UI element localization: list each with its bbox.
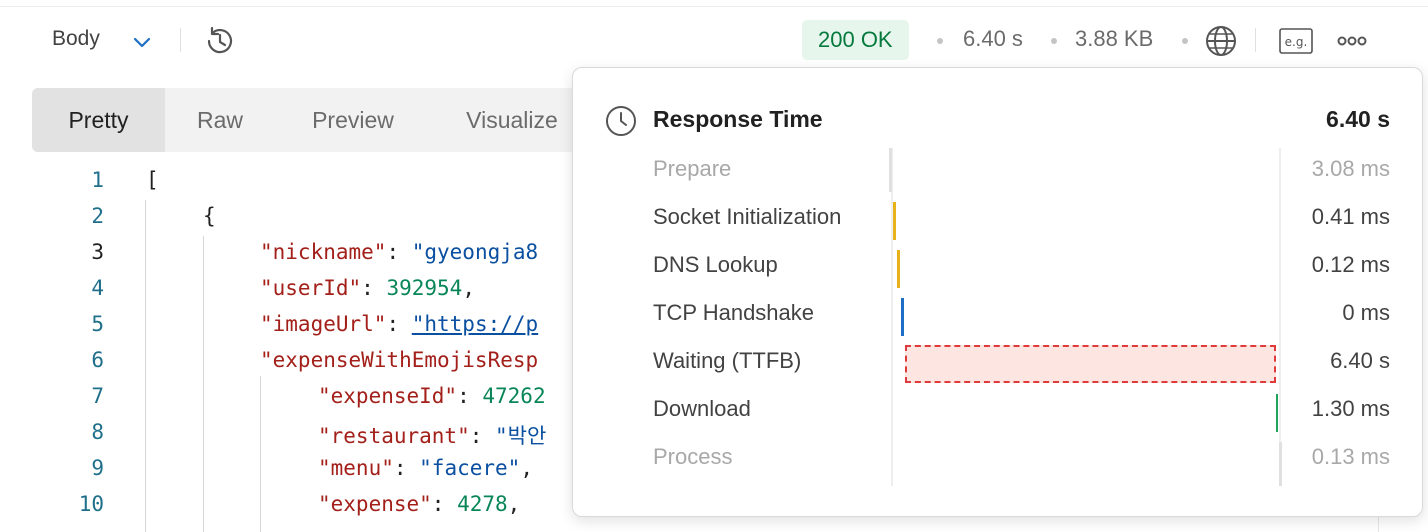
image-url-link[interactable]: "https://p bbox=[412, 312, 538, 336]
timing-row-value: 0.12 ms bbox=[1311, 252, 1390, 277]
timing-row-value: 0.13 ms bbox=[1311, 444, 1390, 469]
line-number: 4 bbox=[91, 276, 104, 300]
timing-bar bbox=[901, 298, 904, 336]
timing-row-value: 1.30 ms bbox=[1311, 396, 1390, 421]
timing-row-label: Waiting (TTFB) bbox=[653, 348, 802, 373]
timing-row-value: 0.41 ms bbox=[1311, 204, 1390, 229]
code-line: [ bbox=[146, 168, 159, 192]
timeline-end-line bbox=[1279, 148, 1281, 486]
code-line: "menu": "facere", bbox=[318, 456, 533, 480]
timing-row-value: 0 ms bbox=[1342, 300, 1390, 325]
popover-title: Response Time bbox=[653, 106, 823, 132]
toolbar-divider bbox=[1255, 28, 1256, 52]
response-time-popover: Response Time 6.40 s Prepare 3.08 ms Socke… bbox=[572, 67, 1423, 517]
code-line: "expense": 4278, bbox=[318, 492, 521, 516]
svg-text:e.g.: e.g. bbox=[1285, 35, 1308, 49]
view-tabs: Pretty Raw Preview Visualize bbox=[32, 88, 612, 152]
line-number: 1 bbox=[91, 168, 104, 192]
code-line: "restaurant": "박안 bbox=[318, 424, 547, 448]
code-line: "imageUrl": "https://p bbox=[260, 312, 539, 336]
separator-dot bbox=[937, 38, 943, 44]
toolbar-divider bbox=[180, 28, 181, 52]
code-line: { bbox=[203, 204, 216, 228]
line-number: 2 bbox=[91, 204, 104, 228]
timing-bar bbox=[1276, 394, 1278, 432]
code-line: "expenseId": 47262 bbox=[318, 384, 546, 408]
timeline-start-line bbox=[891, 148, 893, 486]
line-number: 10 bbox=[78, 492, 104, 516]
line-number: 5 bbox=[91, 312, 104, 336]
code-line: "nickname": "gyeongja8 bbox=[260, 240, 539, 264]
tab-preview[interactable]: Preview bbox=[275, 88, 431, 152]
timing-bar bbox=[897, 250, 900, 288]
clock-icon bbox=[604, 104, 638, 138]
tab-raw[interactable]: Raw bbox=[165, 88, 275, 152]
timing-bar bbox=[905, 345, 1276, 383]
timing-bar bbox=[889, 148, 892, 192]
timing-row-label: Prepare bbox=[653, 156, 732, 181]
timing-row-label: DNS Lookup bbox=[653, 252, 778, 277]
timing-row-value: 6.40 s bbox=[1330, 348, 1390, 373]
code-line: "userId": 392954, bbox=[260, 276, 475, 300]
timing-row-label: TCP Handshake bbox=[653, 300, 815, 325]
separator-dot bbox=[1182, 38, 1188, 44]
line-number: 9 bbox=[91, 456, 104, 480]
response-size[interactable]: 3.88 KB bbox=[1075, 26, 1153, 52]
timing-row-value: 3.08 ms bbox=[1311, 156, 1390, 181]
globe-icon[interactable] bbox=[1204, 24, 1238, 58]
body-label[interactable]: Body bbox=[52, 27, 100, 51]
timing-bar bbox=[893, 202, 896, 240]
response-toolbar: Body 200 OK 6.40 s 3.88 KB e.g. bbox=[0, 14, 1428, 66]
indent-guide bbox=[203, 236, 204, 532]
tab-visualize[interactable]: Visualize bbox=[431, 88, 593, 152]
status-badge[interactable]: 200 OK bbox=[802, 20, 909, 60]
timing-row-label: Socket Initialization bbox=[653, 204, 842, 229]
response-time[interactable]: 6.40 s bbox=[963, 26, 1023, 52]
indent-guide bbox=[145, 200, 146, 532]
timing-bar bbox=[1279, 442, 1282, 486]
top-divider bbox=[0, 6, 1428, 7]
timing-row-label: Process bbox=[653, 444, 733, 469]
popover-total: 6.40 s bbox=[1326, 106, 1390, 132]
line-number: 7 bbox=[91, 384, 104, 408]
save-example-icon[interactable]: e.g. bbox=[1279, 28, 1313, 54]
history-icon[interactable] bbox=[203, 24, 237, 58]
more-options-icon[interactable] bbox=[1334, 26, 1370, 56]
line-number: 6 bbox=[91, 348, 104, 372]
line-number: 3 bbox=[91, 240, 104, 264]
code-line: "expenseWithEmojisResp bbox=[260, 348, 539, 372]
tab-pretty[interactable]: Pretty bbox=[32, 88, 165, 152]
chevron-down-icon[interactable] bbox=[130, 30, 154, 54]
timing-row-label: Download bbox=[653, 396, 751, 421]
indent-guide bbox=[260, 376, 261, 532]
separator-dot bbox=[1051, 38, 1057, 44]
line-number: 8 bbox=[91, 420, 104, 444]
